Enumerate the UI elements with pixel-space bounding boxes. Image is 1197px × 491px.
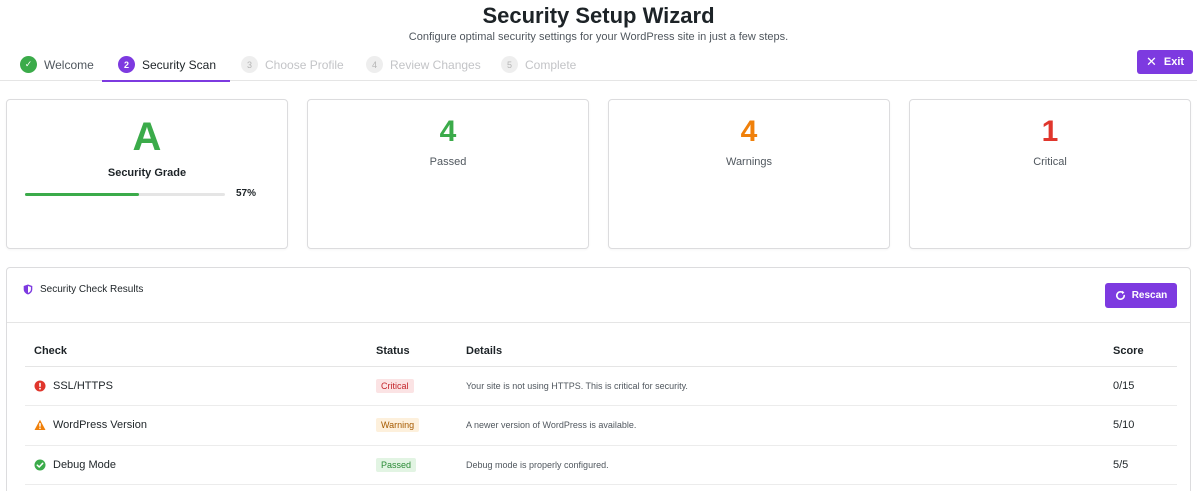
passed-count: 4 bbox=[439, 115, 457, 148]
step-label: Review Changes bbox=[390, 57, 481, 72]
step-review-changes[interactable]: 4 Review Changes bbox=[366, 48, 481, 81]
passed-label: Passed bbox=[429, 156, 467, 168]
step-choose-profile[interactable]: 3 Choose Profile bbox=[241, 48, 344, 81]
exit-button[interactable]: ✕ Exit bbox=[1137, 50, 1193, 74]
check-score: 5/5 bbox=[1113, 458, 1129, 471]
check-name: WordPress Version bbox=[53, 419, 147, 432]
grade-progress-bar bbox=[25, 193, 225, 196]
rescan-button[interactable]: Rescan bbox=[1105, 283, 1177, 308]
results-title: Security Check Results bbox=[40, 284, 144, 295]
results-table: Check Status Details Score SSL/HTTPS Cri… bbox=[25, 337, 1177, 485]
status-badge: Critical bbox=[376, 378, 414, 393]
check-cell: Debug Mode bbox=[34, 459, 367, 471]
step-label: Welcome bbox=[44, 57, 94, 72]
error-icon bbox=[34, 380, 46, 392]
passed-card: 4 Passed bbox=[307, 99, 589, 249]
table-row: Debug Mode Passed Debug mode is properly… bbox=[25, 445, 1177, 485]
grade-progress-fill bbox=[25, 193, 139, 196]
check-details: Debug mode is properly configured. bbox=[466, 459, 609, 470]
grade-card: A Security Grade 57% bbox=[6, 99, 288, 249]
warnings-card: 4 Warnings bbox=[608, 99, 890, 249]
critical-count: 1 bbox=[1041, 115, 1059, 148]
table-header-row: Check Status Details Score bbox=[25, 337, 1177, 367]
check-icon: ✓ bbox=[20, 56, 37, 73]
step-label: Choose Profile bbox=[265, 57, 344, 72]
step-welcome[interactable]: ✓ Welcome bbox=[20, 48, 94, 81]
results-header: Security Check Results Rescan bbox=[7, 268, 1190, 323]
table-row: SSL/HTTPS Critical Your site is not usin… bbox=[25, 366, 1177, 406]
page-title: Security Setup Wizard bbox=[482, 3, 715, 28]
column-header-details: Details bbox=[457, 337, 1104, 367]
column-header-check: Check bbox=[25, 337, 367, 367]
results-title-wrap: Security Check Results bbox=[23, 284, 143, 295]
warnings-count: 4 bbox=[740, 115, 758, 148]
critical-card: 1 Critical bbox=[909, 99, 1191, 249]
warning-icon bbox=[34, 419, 46, 431]
status-badge: Warning bbox=[376, 418, 420, 433]
column-header-score: Score bbox=[1104, 337, 1177, 367]
warnings-label: Warnings bbox=[725, 156, 773, 168]
close-icon: ✕ bbox=[1145, 54, 1157, 69]
check-score: 5/10 bbox=[1113, 419, 1135, 432]
check-circle-icon bbox=[34, 459, 46, 471]
step-number: 4 bbox=[366, 56, 383, 73]
step-label: Security Scan bbox=[142, 57, 217, 72]
exit-label: Exit bbox=[1163, 56, 1185, 68]
check-details: Your site is not using HTTPS. This is cr… bbox=[466, 380, 688, 391]
status-badge: Passed bbox=[376, 457, 417, 472]
refresh-icon bbox=[1115, 290, 1125, 300]
security-grade-label: Security Grade bbox=[107, 167, 187, 179]
column-header-status: Status bbox=[367, 337, 457, 367]
check-cell: WordPress Version bbox=[34, 419, 367, 431]
check-name: Debug Mode bbox=[53, 458, 116, 471]
grade-progress-text: 57% bbox=[236, 188, 257, 199]
step-security-scan[interactable]: 2 Security Scan bbox=[101, 48, 231, 82]
page-subtitle: Configure optimal security settings for … bbox=[408, 31, 789, 43]
check-cell: SSL/HTTPS bbox=[34, 380, 367, 392]
rescan-label: Rescan bbox=[1131, 290, 1168, 301]
check-name: SSL/HTTPS bbox=[53, 379, 113, 392]
critical-label: Critical bbox=[1033, 156, 1067, 168]
check-score: 0/15 bbox=[1113, 379, 1135, 392]
results-panel: Security Check Results Rescan Check Stat… bbox=[6, 267, 1191, 491]
check-details: A newer version of WordPress is availabl… bbox=[466, 420, 637, 431]
security-grade: A bbox=[132, 115, 162, 159]
step-complete[interactable]: 5 Complete bbox=[501, 48, 576, 81]
step-number: 5 bbox=[501, 56, 518, 73]
table-row: WordPress Version Warning A newer versio… bbox=[25, 405, 1177, 446]
step-number: 3 bbox=[241, 56, 258, 73]
step-number: 2 bbox=[118, 56, 135, 73]
step-label: Complete bbox=[525, 57, 577, 72]
wizard-steps: ✓ Welcome 2 Security Scan 3 Choose Profi… bbox=[0, 48, 1197, 82]
shield-icon bbox=[23, 284, 33, 295]
